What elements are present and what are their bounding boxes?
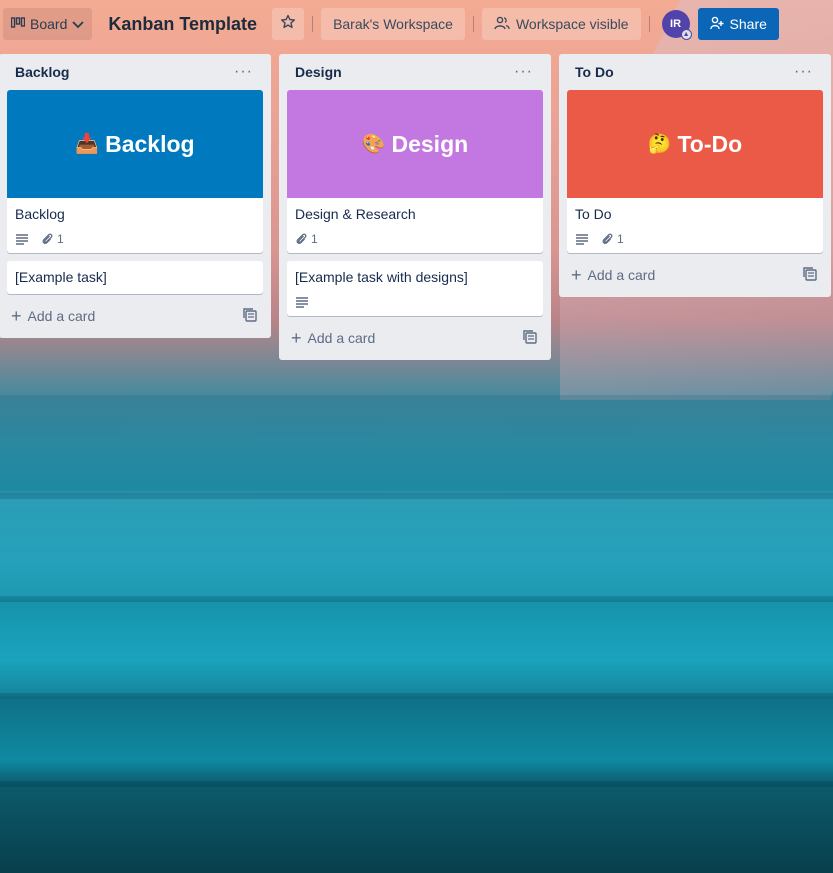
list-header: To Do ··· [567, 54, 823, 90]
list-header: Backlog ··· [7, 54, 263, 90]
attachment-badge: 1 [295, 232, 318, 246]
thinking-face-icon: 🤔 [647, 134, 672, 155]
background-stripe [0, 781, 833, 787]
cover-text: Backlog [105, 130, 195, 157]
card-cover: 🎨 Design [287, 90, 543, 198]
workspace-label: Barak's Workspace [333, 16, 453, 32]
board-header: Board Kanban Template Barak's Workspace … [0, 0, 833, 48]
cover-text: To-Do [677, 130, 743, 157]
admin-badge-icon: ▲ [680, 29, 692, 40]
background-stripe [0, 596, 833, 602]
list-menu-icon[interactable]: ··· [508, 63, 539, 81]
card[interactable]: [Example task with designs] [287, 261, 543, 316]
header-divider [648, 16, 650, 32]
plus-icon: + [291, 328, 302, 348]
view-switcher-label: Board [30, 16, 68, 32]
share-button[interactable]: Share [697, 8, 779, 40]
attachment-count: 1 [57, 232, 64, 246]
card[interactable]: 🤔 To-Do To Do 1 [567, 90, 823, 253]
card-title: Design & Research [295, 206, 416, 222]
card-title: To Do [575, 206, 612, 222]
avatar-initials: IR [670, 18, 682, 30]
share-label: Share [729, 16, 767, 32]
list-to-do: To Do ··· 🤔 To-Do To Do 1 + Add a card [559, 54, 831, 297]
member-avatar[interactable]: IR ▲ [661, 10, 692, 40]
list-title[interactable]: Backlog [15, 64, 69, 80]
view-switcher-button[interactable]: Board [3, 8, 93, 40]
add-card-row: + Add a card [7, 302, 263, 330]
card-badges: 1 [15, 231, 255, 247]
add-card-label: Add a card [27, 308, 96, 324]
add-card-button[interactable]: + Add a card [571, 266, 655, 284]
background-stripe [0, 493, 833, 499]
people-icon [494, 16, 510, 33]
header-divider [312, 16, 314, 32]
create-from-template-icon[interactable] [803, 266, 817, 284]
card[interactable]: [Example task] [7, 261, 263, 294]
add-card-button[interactable]: + Add a card [291, 329, 375, 347]
list-design: Design ··· 🎨 Design Design & Research 1 … [279, 54, 551, 360]
inbox-icon: 📥 [75, 134, 100, 155]
add-card-label: Add a card [307, 330, 376, 346]
card-cover: 🤔 To-Do [567, 90, 823, 198]
paperclip-icon [41, 232, 53, 246]
add-person-icon [709, 16, 724, 33]
list-menu-icon[interactable]: ··· [228, 63, 259, 81]
description-icon [295, 296, 309, 308]
list-title[interactable]: To Do [575, 64, 614, 80]
add-card-row: + Add a card [567, 261, 823, 289]
paperclip-icon [601, 232, 613, 246]
card[interactable]: 📥 Backlog Backlog 1 [7, 90, 263, 253]
paperclip-icon [295, 232, 307, 246]
card-badges [295, 294, 535, 310]
background-stripe [0, 693, 833, 699]
star-button[interactable] [272, 8, 305, 40]
chevron-down-icon [72, 16, 84, 32]
workspace-button[interactable]: Barak's Workspace [321, 8, 465, 40]
add-card-row: + Add a card [287, 324, 543, 352]
card-badges: 1 [575, 231, 815, 247]
board-view-icon [10, 16, 26, 32]
cover-text: Design [391, 130, 469, 157]
board-title[interactable]: Kanban Template [108, 14, 257, 35]
description-icon [575, 233, 589, 245]
star-icon [280, 14, 296, 35]
plus-icon: + [11, 306, 22, 326]
plus-icon: + [571, 265, 582, 285]
card-title: Backlog [15, 206, 65, 222]
palette-icon: 🎨 [361, 134, 386, 155]
background-band [0, 395, 833, 505]
card-title: [Example task with designs] [295, 269, 468, 285]
visibility-button[interactable]: Workspace visible [481, 8, 641, 40]
create-from-template-icon[interactable] [243, 307, 257, 325]
list-header: Design ··· [287, 54, 543, 90]
attachment-badge: 1 [41, 232, 64, 246]
card[interactable]: 🎨 Design Design & Research 1 [287, 90, 543, 253]
attachment-count: 1 [311, 232, 318, 246]
description-icon [15, 233, 29, 245]
attachment-count: 1 [617, 232, 624, 246]
list-title[interactable]: Design [295, 64, 342, 80]
card-badges: 1 [295, 231, 535, 247]
add-card-label: Add a card [587, 267, 656, 283]
list-menu-icon[interactable]: ··· [788, 63, 819, 81]
card-cover: 📥 Backlog [7, 90, 263, 198]
visibility-label: Workspace visible [515, 16, 629, 32]
create-from-template-icon[interactable] [523, 329, 537, 347]
list-backlog: Backlog ··· 📥 Backlog Backlog 1 [Example… [0, 54, 271, 338]
add-card-button[interactable]: + Add a card [11, 307, 95, 325]
card-title: [Example task] [15, 269, 107, 285]
attachment-badge: 1 [601, 232, 624, 246]
header-divider [472, 16, 474, 32]
